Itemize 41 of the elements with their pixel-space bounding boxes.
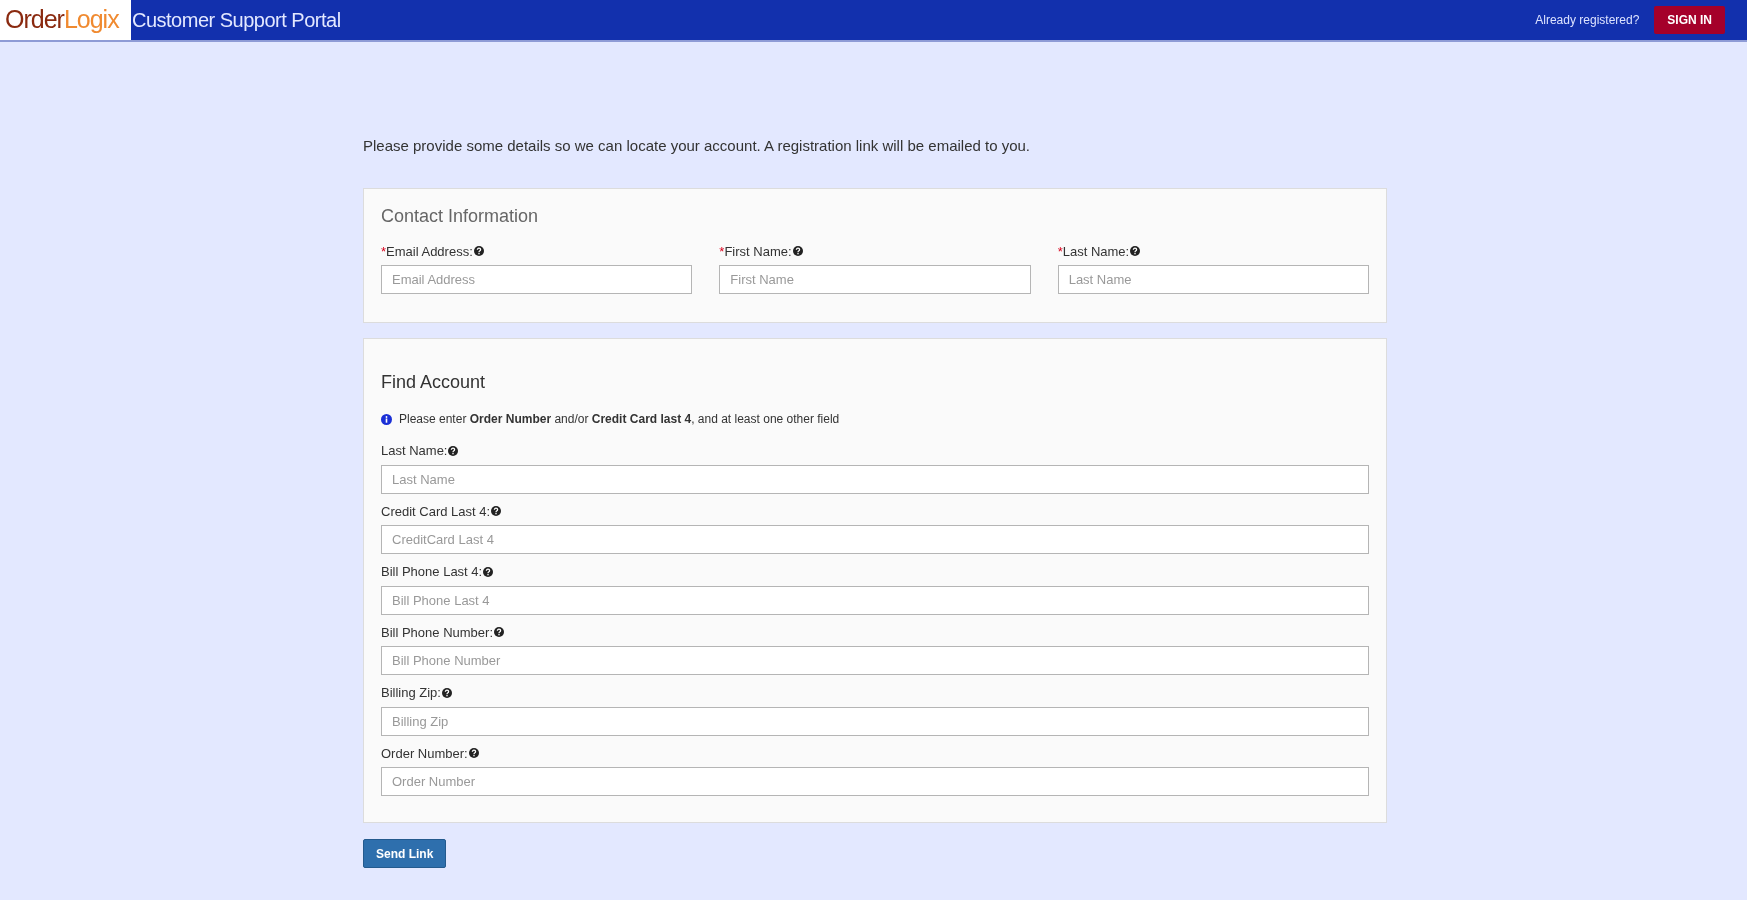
input-field[interactable]: Bill Phone Last 4 — [381, 585, 1369, 615]
help-icon — [483, 566, 494, 577]
intro-text: Please provide some details so we can locate your account. A registration link will be emailed to you. — [363, 136, 1032, 156]
field-label: Email Address: — [386, 242, 473, 261]
field-label: Bill Phone Last 4: — [381, 563, 483, 581]
section-title: Find Account — [381, 371, 487, 394]
help-icon — [468, 748, 479, 759]
field-label: First Name: — [724, 242, 792, 261]
required-marker: * — [1057, 242, 1063, 261]
input-field[interactable]: Bill Phone Number — [381, 646, 1369, 675]
input-field[interactable]: Billing Zip — [381, 706, 1369, 736]
help-icon — [491, 506, 502, 517]
info-icon — [381, 413, 392, 425]
send-link-button[interactable]: Send Link — [363, 839, 447, 868]
field-label: Last Name: — [381, 442, 448, 460]
help-icon — [494, 627, 504, 638]
logo-text: Order — [5, 4, 64, 36]
required-marker: * — [719, 242, 725, 261]
help-icon — [448, 445, 459, 456]
input-field[interactable]: Email Address — [381, 265, 693, 294]
field-label: Credit Card Last 4: — [381, 502, 491, 521]
logo-text: Logix — [63, 4, 119, 36]
input-field[interactable]: Last Name — [381, 464, 1369, 494]
input-field[interactable]: Last Name — [1057, 265, 1369, 294]
section-title: Contact Information — [381, 204, 540, 228]
registered-prompt: Already registered? — [1535, 12, 1640, 29]
input-field[interactable]: CreditCard Last 4 — [381, 525, 1369, 554]
field-label: Bill Phone Number: — [381, 623, 493, 642]
help-icon — [473, 246, 484, 257]
help-icon — [792, 246, 803, 257]
portal-title: Customer Support Portal — [132, 8, 341, 33]
field-label: Order Number: — [381, 744, 468, 763]
info-text: Please enter Order Number and/or Credit Card last 4, and at least one other field — [399, 411, 840, 428]
sign-in-button[interactable]: SIGN IN — [1654, 6, 1725, 34]
input-field[interactable]: First Name — [719, 265, 1031, 294]
input-field[interactable]: Order Number — [381, 767, 1369, 796]
field-label: Billing Zip: — [381, 684, 441, 702]
field-label: Last Name: — [1062, 242, 1130, 261]
help-icon — [1130, 246, 1141, 257]
required-marker: * — [381, 242, 387, 261]
help-icon — [441, 687, 452, 698]
